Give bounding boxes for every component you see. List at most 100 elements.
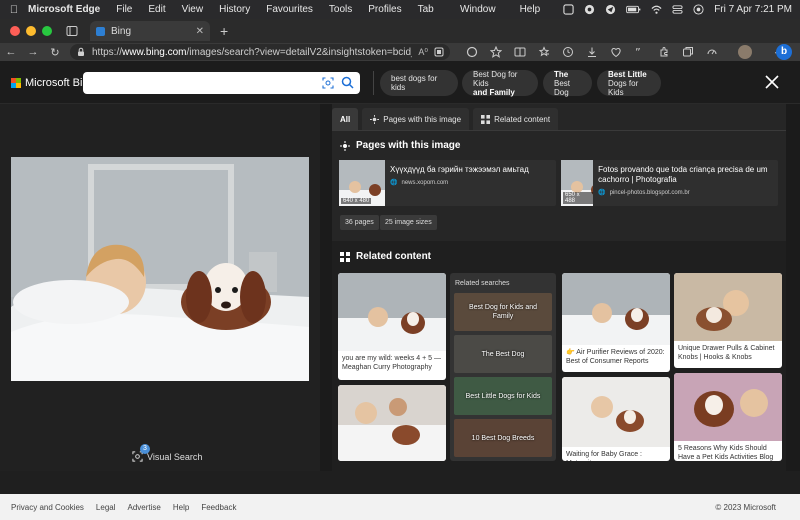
browser-essentials-icon[interactable] <box>610 46 622 58</box>
main-image[interactable] <box>11 157 309 381</box>
menu-edit[interactable]: Edit <box>148 4 165 15</box>
right-scrollbar[interactable] <box>786 104 800 471</box>
related-image-card[interactable]: 5 Reasons Why Kids Should Have a Pet Kid… <box>674 373 782 461</box>
related-image-card[interactable]: Unique Drawer Pulls & Cabinet Knobs | Ho… <box>674 273 782 368</box>
quote-icon[interactable]: ” <box>634 46 646 58</box>
menu-tab[interactable]: Tab <box>418 4 434 15</box>
related-searches-header: Related searches <box>455 280 510 287</box>
control-center-icon[interactable] <box>672 4 683 15</box>
tab-all[interactable]: All <box>332 108 359 130</box>
footer-advertise-link[interactable]: Advertise <box>128 503 161 512</box>
history-icon[interactable] <box>562 46 574 58</box>
search-box <box>83 72 360 94</box>
extensions-icon[interactable] <box>658 46 670 58</box>
battery-icon[interactable] <box>626 4 641 15</box>
related-image-card[interactable] <box>338 385 446 461</box>
related-caption: 5 Reasons Why Kids Should Have a Pet Kid… <box>678 445 774 461</box>
chip-best-dogs-for-kids[interactable]: best dogs for kids <box>380 70 458 96</box>
downloads-icon[interactable] <box>586 46 598 58</box>
close-window-button[interactable] <box>10 26 20 36</box>
search-input[interactable] <box>89 75 309 91</box>
apple-menu-icon[interactable]:  <box>0 4 28 16</box>
menu-favourites[interactable]: Favourites <box>266 4 313 15</box>
image-sizes-button[interactable]: 25 image sizes <box>380 215 437 230</box>
bing-chat-button[interactable]: b <box>776 44 792 60</box>
favorites-icon[interactable] <box>538 46 550 58</box>
related-thumbnail <box>562 273 670 345</box>
page-result-card[interactable]: 640 x 480 Хүүхдүүд ба гэрийн тэжээмэл ам… <box>339 160 556 206</box>
tab-pages-with-image[interactable]: Pages with this image <box>362 108 470 130</box>
chip-best-dog-for-kids-and-family[interactable]: Best Dog for Kids and Family <box>462 70 538 97</box>
page-result-card[interactable]: 650 x 488 Fotos provando que toda crianç… <box>561 160 778 206</box>
url-text[interactable]: https://www.bing.com/images/search?view=… <box>92 47 412 58</box>
tab-related-content[interactable]: Related content <box>473 108 559 130</box>
details-tabs: All Pages with this image Related conten… <box>332 108 559 130</box>
status-sync-icon[interactable] <box>584 4 595 15</box>
related-image-card[interactable]: 👉 Air Purifier Reviews of 2020: Best of … <box>562 273 670 372</box>
minimize-window-button[interactable] <box>26 26 36 36</box>
profile-avatar[interactable] <box>738 45 752 59</box>
split-screen-icon[interactable] <box>514 46 526 58</box>
visual-search-icon[interactable] <box>322 77 334 89</box>
footer-feedback-link[interactable]: Feedback <box>201 503 236 512</box>
chip-best-little-dogs-for-kids[interactable]: Best Little Dogs for Kids <box>597 70 661 97</box>
favorite-star-icon[interactable] <box>490 46 502 58</box>
app-available-icon[interactable] <box>434 47 444 57</box>
chip-the-best-dog[interactable]: The Best Dog <box>543 70 592 97</box>
tab-actions-icon[interactable] <box>66 25 78 37</box>
related-thumbnail <box>338 273 446 351</box>
menu-app-name[interactable]: Microsoft Edge <box>28 4 100 15</box>
left-scrollbar[interactable] <box>320 104 332 471</box>
menu-tools[interactable]: Tools <box>329 4 352 15</box>
svg-text:”: ” <box>635 46 641 58</box>
related-content-icon <box>481 114 491 124</box>
footer-legal-link[interactable]: Legal <box>96 503 116 512</box>
pages-section-title: Pages with this image <box>340 140 460 151</box>
footer-help-link[interactable]: Help <box>173 503 189 512</box>
lock-icon[interactable] <box>76 47 86 57</box>
performance-icon[interactable] <box>706 46 718 58</box>
status-app-icon[interactable] <box>563 4 574 15</box>
siri-icon[interactable] <box>693 4 704 15</box>
related-thumbnail <box>562 377 670 447</box>
menu-help[interactable]: Help <box>520 4 541 15</box>
menu-window[interactable]: Window <box>460 4 496 15</box>
tracking-prevention-icon[interactable] <box>466 46 478 58</box>
back-button[interactable]: ← <box>0 46 22 58</box>
pages-count-button[interactable]: 36 pages <box>340 215 379 230</box>
read-aloud-button[interactable]: A⁰ <box>418 47 428 58</box>
related-caption: you are my wild: weeks 4 + 5 — Meaghan C… <box>342 355 442 371</box>
related-search-item[interactable]: Best Little Dogs for Kids <box>454 377 552 415</box>
status-send-icon[interactable] <box>605 4 616 15</box>
page-title[interactable]: Fotos provando que toda criança precisa … <box>598 165 773 185</box>
search-icon[interactable] <box>341 76 354 89</box>
visual-search-button[interactable]: 3 Visual Search <box>132 444 203 462</box>
footer-privacy-link[interactable]: Privacy and Cookies <box>11 503 84 512</box>
footer-copyright: © 2023 Microsoft <box>715 502 776 512</box>
wifi-icon[interactable] <box>651 4 662 15</box>
refresh-button[interactable]: ↻ <box>44 46 66 59</box>
active-tab[interactable]: Bing ✕ <box>90 21 210 41</box>
related-search-item[interactable]: The Best Dog <box>454 335 552 373</box>
related-image-card[interactable]: Waiting for Baby Grace : Maternity <box>562 377 670 461</box>
menu-profiles[interactable]: Profiles <box>368 4 401 15</box>
tab-close-icon[interactable]: ✕ <box>196 26 204 37</box>
visual-search-label: Visual Search <box>147 451 203 462</box>
maximize-window-button[interactable] <box>42 26 52 36</box>
related-search-item[interactable]: Best Dog for Kids and Family <box>454 293 552 331</box>
collections-icon[interactable] <box>682 46 694 58</box>
menu-file[interactable]: File <box>116 4 132 15</box>
menu-view[interactable]: View <box>182 4 204 15</box>
related-search-item[interactable]: 10 Best Dog Breeds <box>454 419 552 457</box>
close-icon[interactable] <box>764 74 780 90</box>
menu-history[interactable]: History <box>219 4 250 15</box>
address-bar[interactable]: https://www.bing.com/images/search?view=… <box>70 44 450 60</box>
related-image-card[interactable]: you are my wild: weeks 4 + 5 — Meaghan C… <box>338 273 446 380</box>
forward-button[interactable]: → <box>22 46 44 58</box>
new-tab-button[interactable]: + <box>220 23 228 39</box>
image-viewer-pane: 3 Visual Search <box>0 104 321 471</box>
page-title[interactable]: Хүүхдүүд ба гэрийн тэжээмэл амьтад <box>390 165 529 175</box>
browser-toolbar: ← → ↻ https://www.bing.com/images/search… <box>0 43 800 61</box>
menu-clock[interactable]: Fri 7 Apr 7:21 PM <box>714 4 792 15</box>
header-divider <box>373 71 374 95</box>
